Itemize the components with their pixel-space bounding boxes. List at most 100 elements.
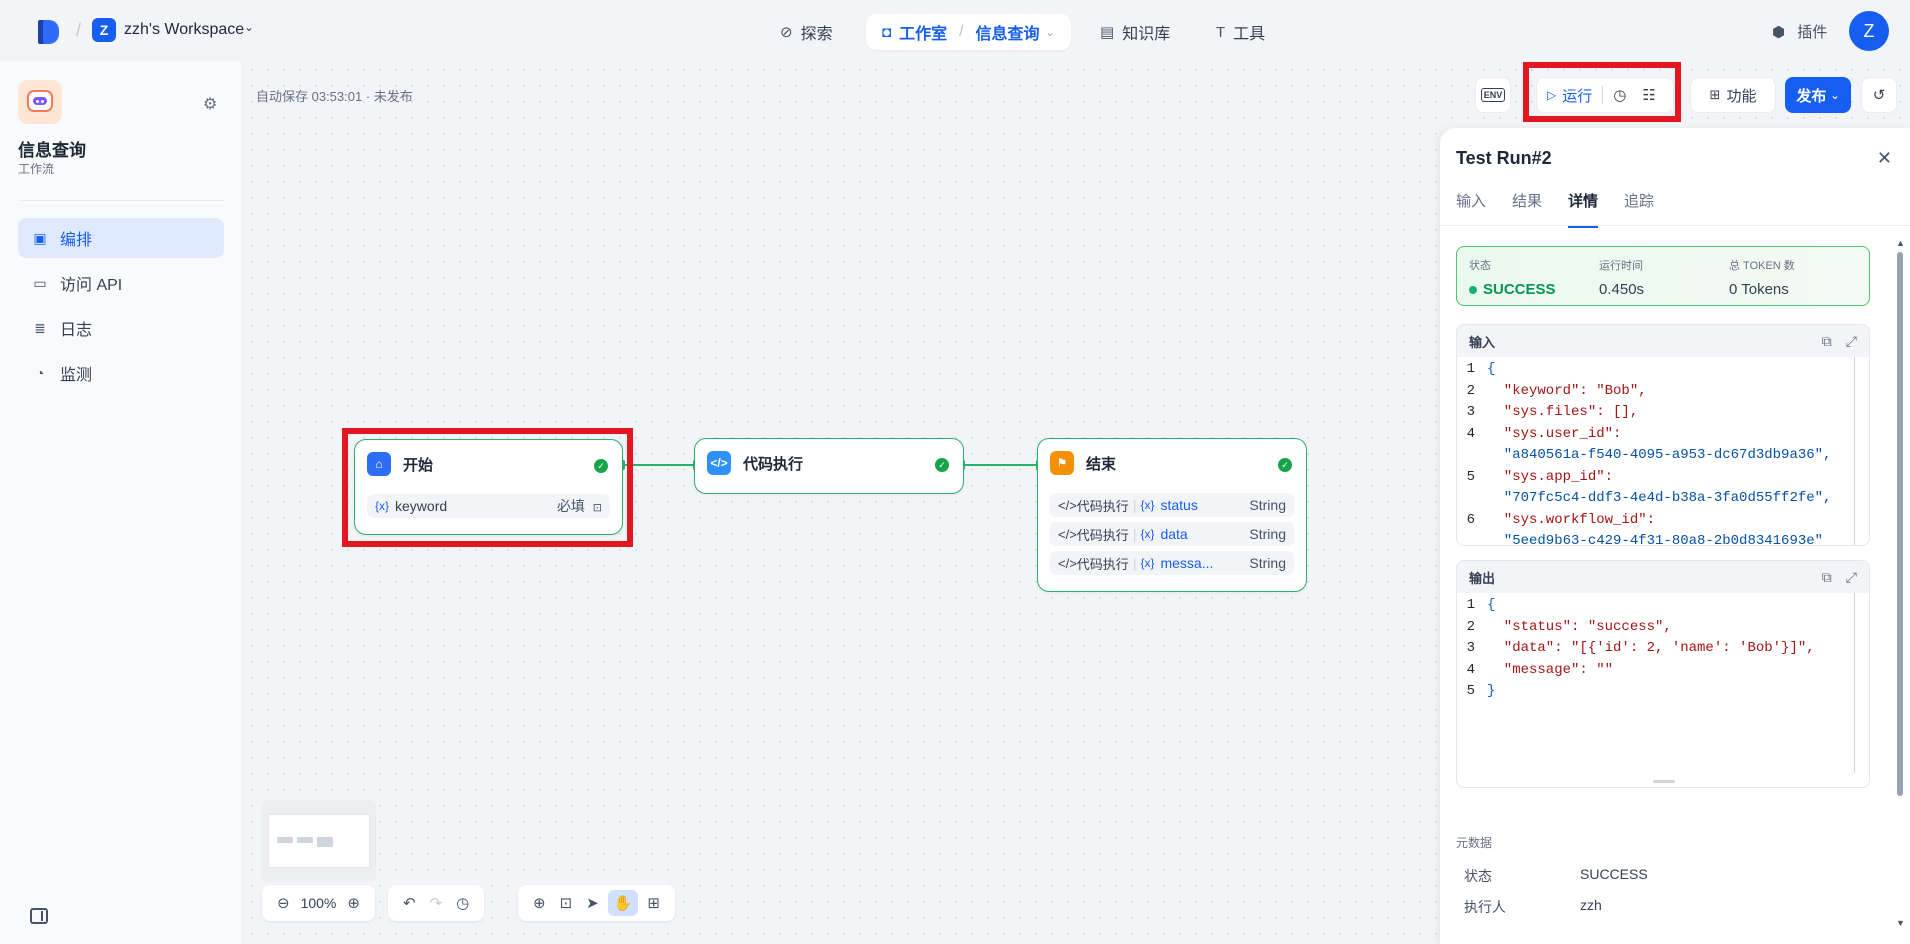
code-icon: </> (1058, 555, 1077, 571)
output-json[interactable]: 1{ 2 "status": "success", 3 "data": "[{'… (1457, 593, 1869, 703)
success-check-icon: ✓ (935, 458, 949, 472)
sidebar-item-logs[interactable]: ≣ 日志 (18, 308, 224, 348)
hand-icon[interactable]: ✋ (607, 890, 639, 916)
autosave-status: 自动保存 03:53:01 · 未发布 (256, 89, 413, 104)
nav-knowledge[interactable]: ▤ 知识库 (1100, 14, 1170, 50)
metadata-row: 状态 SUCCESS (1464, 866, 1648, 884)
version-history-button[interactable]: ↺ (1861, 77, 1897, 113)
terminal-icon: ▭ (33, 274, 47, 291)
workspace-avatar[interactable]: Z (92, 18, 116, 42)
node-code[interactable]: </> 代码执行 ✓ (694, 438, 964, 494)
undo-icon[interactable]: ↶ (403, 894, 416, 912)
success-check-icon: ✓ (1278, 458, 1292, 472)
sidebar-item-monitor[interactable]: ◔ 监测 (18, 353, 224, 393)
robot-icon: ◘ (882, 23, 892, 41)
output-variable-row[interactable]: </> 代码执行 | {x} messa... String (1050, 551, 1294, 575)
features-button[interactable]: ⊞ 功能 (1690, 77, 1776, 113)
code-box-label: 输出 (1469, 570, 1496, 586)
input-json[interactable]: 1{ 2 "keyword": "Bob", 3 "sys.files": []… (1457, 357, 1869, 545)
time-value: 0.450s (1599, 281, 1645, 298)
sliders-icon[interactable]: ⚙ (203, 94, 217, 114)
expand-icon[interactable]: ⤢ (1846, 333, 1857, 349)
scroll-down-icon[interactable]: ▼ (1896, 918, 1905, 928)
chevron-down-icon[interactable]: ⌄ (1046, 26, 1055, 39)
copy-icon[interactable]: ⧉ (1822, 569, 1832, 585)
grid-plus-icon: ⊞ (1709, 87, 1721, 102)
node-title: 结束 (1086, 455, 1117, 473)
output-variable-row[interactable]: </> 代码执行 | {x} status String (1050, 493, 1294, 517)
nav-studio[interactable]: ◘ 工作室 / 信息查询 ⌄ (866, 14, 1071, 50)
features-label: 功能 (1726, 87, 1757, 105)
workspace-name[interactable]: zzh's Workspace (124, 21, 244, 39)
publish-button[interactable]: 发布 ⌄ (1785, 77, 1851, 113)
scroll-up-icon[interactable]: ▲ (1896, 238, 1905, 248)
add-node-icon[interactable]: ⊕ (533, 894, 546, 912)
divider (1440, 225, 1910, 226)
collapse-sidebar-icon[interactable] (30, 908, 48, 924)
minimap-viewport[interactable] (268, 814, 370, 868)
panel-scrollbar[interactable]: ▲ ▼ (1896, 238, 1905, 928)
token-label: 总 TOKEN 数 (1729, 260, 1795, 272)
code-icon: </> (1058, 526, 1077, 542)
node-title: 代码执行 (743, 455, 804, 473)
layout-icon: ▣ (33, 229, 47, 246)
copy-icon[interactable]: ⧉ (1822, 333, 1832, 349)
app-title: 信息查询 (18, 141, 86, 160)
edge-start-code (624, 464, 694, 466)
variable-name: messa... (1160, 555, 1214, 571)
history-icon[interactable]: ◷ (456, 894, 469, 912)
scrollbar[interactable] (1854, 357, 1855, 545)
monitor-icon: ◔ (35, 365, 45, 381)
tab-detail[interactable]: 详情 (1568, 190, 1599, 228)
minimap[interactable] (262, 800, 376, 882)
variable-name: data (1160, 526, 1188, 542)
variable-icon: {x} (1140, 498, 1155, 512)
tab-input[interactable]: 输入 (1456, 190, 1486, 222)
publish-label: 发布 (1796, 87, 1827, 105)
canvas-tool-controls: ⊕ ⊡ ➤ ✋ ⊞ (518, 885, 675, 921)
source-node-name: 代码执行 (1076, 498, 1129, 514)
organize-icon[interactable]: ⊞ (647, 894, 660, 912)
user-avatar[interactable]: Z (1849, 11, 1889, 51)
history-icon: ↺ (1872, 87, 1886, 104)
history-controls: ↶ ↷ ◷ (388, 885, 485, 921)
plugin-label: 插件 (1797, 24, 1828, 41)
variable-type: String (1249, 555, 1286, 571)
env-button[interactable]: ENV (1475, 77, 1511, 113)
output-variable-row[interactable]: </> 代码执行 | {x} data String (1050, 522, 1294, 546)
current-app-label[interactable]: 信息查询 (976, 20, 1040, 44)
dify-logo[interactable] (38, 20, 60, 44)
expand-icon[interactable]: ⤢ (1846, 569, 1857, 585)
close-icon[interactable]: ✕ (1877, 148, 1892, 169)
node-end[interactable]: ⚑ 结束 ✓ </> 代码执行 | {x} status String </> … (1037, 438, 1307, 592)
source-node-name: 代码执行 (1076, 527, 1129, 543)
source-node-name: 代码执行 (1076, 556, 1129, 572)
code-box-label: 输入 (1469, 334, 1496, 350)
zoom-in-icon[interactable]: ⊕ (347, 894, 360, 912)
run-status-card: 状态 SUCCESS 运行时间 0.450s 总 TOKEN 数 0 Token… (1456, 246, 1870, 306)
chevron-down-icon[interactable]: ⌄ (244, 20, 254, 34)
resize-handle[interactable] (1653, 780, 1675, 783)
redo-icon[interactable]: ↷ (430, 894, 443, 912)
zoom-level[interactable]: 100% (301, 895, 337, 911)
scrollbar[interactable] (1854, 593, 1855, 773)
sidebar-item-orchestrate[interactable]: ▣ 编排 (18, 218, 224, 258)
tab-result[interactable]: 结果 (1512, 190, 1542, 222)
pointer-icon[interactable]: ➤ (586, 894, 599, 912)
tab-trace[interactable]: 追踪 (1624, 190, 1654, 222)
nav-tools[interactable]: T 工具 (1216, 14, 1265, 50)
zoom-out-icon[interactable]: ⊖ (277, 894, 290, 912)
nav-studio-label[interactable]: 工作室 (899, 20, 947, 44)
status-label: 状态 (1469, 260, 1491, 272)
sidebar-item-api[interactable]: ▭ 访问 API (18, 263, 224, 303)
chevron-down-icon: ⌄ (1830, 89, 1840, 102)
nav-tools-label: 工具 (1233, 26, 1266, 43)
robot-icon (27, 90, 53, 112)
status-column: 状态 SUCCESS (1469, 257, 1556, 298)
code-box-header: 输出 ⧉ ⤢ (1457, 561, 1869, 593)
plugin-button[interactable]: ⬢ 插件 (1772, 21, 1827, 42)
add-note-icon[interactable]: ⊡ (560, 894, 573, 912)
nav-explore[interactable]: ⊘ 探索 (780, 14, 833, 50)
output-code-box: 输出 ⧉ ⤢ 1{ 2 "status": "success", 3 "data"… (1456, 560, 1870, 788)
scrollbar-thumb[interactable] (1897, 252, 1903, 796)
